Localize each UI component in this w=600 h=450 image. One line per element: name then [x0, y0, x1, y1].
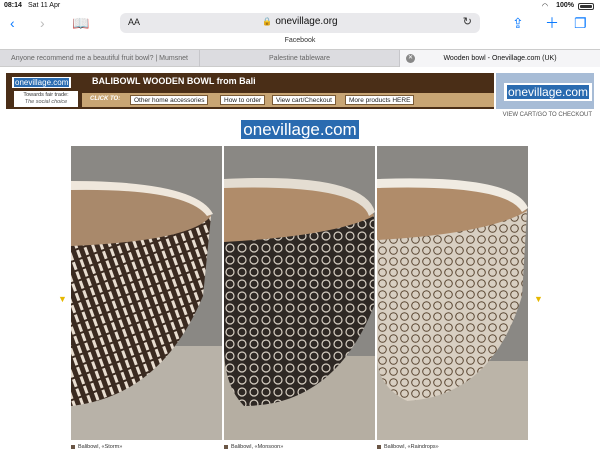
more-products-link[interactable]: More products HERE: [345, 95, 415, 105]
tab-label: Anyone recommend me a beautiful fruit bo…: [11, 55, 188, 62]
bookmarks-icon[interactable]: 📖: [72, 14, 89, 32]
lock-icon: 🔒: [262, 17, 273, 26]
tab-wooden-bowl[interactable]: ✕ Wooden bowl - Onevillage.com (UK): [400, 50, 600, 67]
site-banner: onevillage.com BALIBOWL WOODEN BOWL from…: [6, 73, 494, 109]
close-tab-icon[interactable]: ✕: [406, 54, 415, 63]
caption-storm[interactable]: Balibowl, «Storm»: [71, 444, 122, 450]
main-logo[interactable]: onevillage.com: [0, 120, 600, 140]
bowl-monsoon-image: [224, 146, 375, 440]
other-home-accessories-link[interactable]: Other home accessories: [130, 95, 209, 105]
bowl-photo-monsoon[interactable]: [224, 146, 375, 440]
url-text: onevillage.org: [275, 16, 338, 27]
bookmark-facebook[interactable]: Facebook: [0, 37, 600, 44]
tab-palestine[interactable]: Palestine tableware: [200, 50, 400, 67]
status-bar: 08:14 Sat 11 Apr ◠ 100%: [0, 0, 600, 12]
banner-title: BALIBOWL WOODEN BOWL from Bali: [92, 76, 256, 86]
next-arrow-icon[interactable]: ▼: [534, 294, 543, 304]
tab-label: Palestine tableware: [268, 55, 331, 62]
bowl-photo-storm[interactable]: [71, 146, 222, 440]
caption-text: Balibowl, «Monsoon»: [231, 444, 284, 450]
tab-label: Wooden bowl - Onevillage.com (UK): [443, 55, 557, 62]
main-logo-text: onevillage.com: [241, 120, 359, 139]
bowl-photo-raindrops[interactable]: [377, 146, 528, 440]
new-tab-icon[interactable]: ＋: [545, 14, 559, 32]
caption-text: Balibowl, «Storm»: [78, 444, 123, 450]
bowl-storm-image: [71, 146, 222, 440]
status-time: 08:14: [4, 2, 22, 9]
click-to-label: CLICK TO:: [90, 96, 121, 102]
caption-monsoon[interactable]: Balibowl, «Monsoon»: [224, 444, 283, 450]
caption-raindrops[interactable]: Balibowl, «Raindrops»: [377, 444, 439, 450]
view-cart-link[interactable]: View cart/Checkout: [272, 95, 336, 105]
forward-icon[interactable]: ›: [40, 14, 45, 32]
how-to-order-link[interactable]: How to order: [220, 95, 266, 105]
back-icon[interactable]: ‹: [10, 14, 15, 32]
tab-mumsnet[interactable]: Anyone recommend me a beautiful fruit bo…: [0, 50, 200, 67]
tabs-overview-icon[interactable]: ❐: [574, 14, 587, 32]
prev-arrow-icon[interactable]: ▼: [58, 294, 67, 304]
bowl-raindrops-image: [377, 146, 528, 440]
caption-text: Balibowl, «Raindrops»: [384, 444, 439, 450]
fair-trade-line1: Towards fair trade:: [23, 92, 69, 98]
status-date: Sat 11 Apr: [28, 2, 61, 9]
caption-bullet: [377, 444, 381, 449]
fair-trade-badge: Towards fair trade: The social choice: [14, 91, 78, 107]
banner-logo[interactable]: onevillage.com: [12, 77, 72, 88]
browser-toolbar: ‹ › 📖 AA 🔒 onevillage.org ↻ ⇪ ＋ ❐: [0, 12, 600, 34]
address-bar[interactable]: AA 🔒 onevillage.org ↻: [120, 13, 480, 33]
caption-bullet: [71, 444, 75, 449]
fair-trade-line2: The social choice: [24, 99, 68, 105]
view-cart-checkout-link[interactable]: VIEW CART/GO TO CHECKOUT: [503, 112, 592, 118]
caption-bullet: [224, 444, 228, 449]
reload-icon[interactable]: ↻: [463, 15, 472, 28]
battery-icon: [578, 3, 594, 10]
battery-percent: 100%: [556, 2, 574, 9]
side-logo[interactable]: onevillage.com: [496, 73, 594, 109]
share-icon[interactable]: ⇪: [512, 14, 524, 32]
banner-nav-bar: CLICK TO: Other home accessories How to …: [82, 93, 494, 107]
wifi-icon: ◠: [541, 3, 548, 10]
tab-bar: Anyone recommend me a beautiful fruit bo…: [0, 49, 600, 67]
side-logo-text: onevillage.com: [507, 85, 590, 99]
